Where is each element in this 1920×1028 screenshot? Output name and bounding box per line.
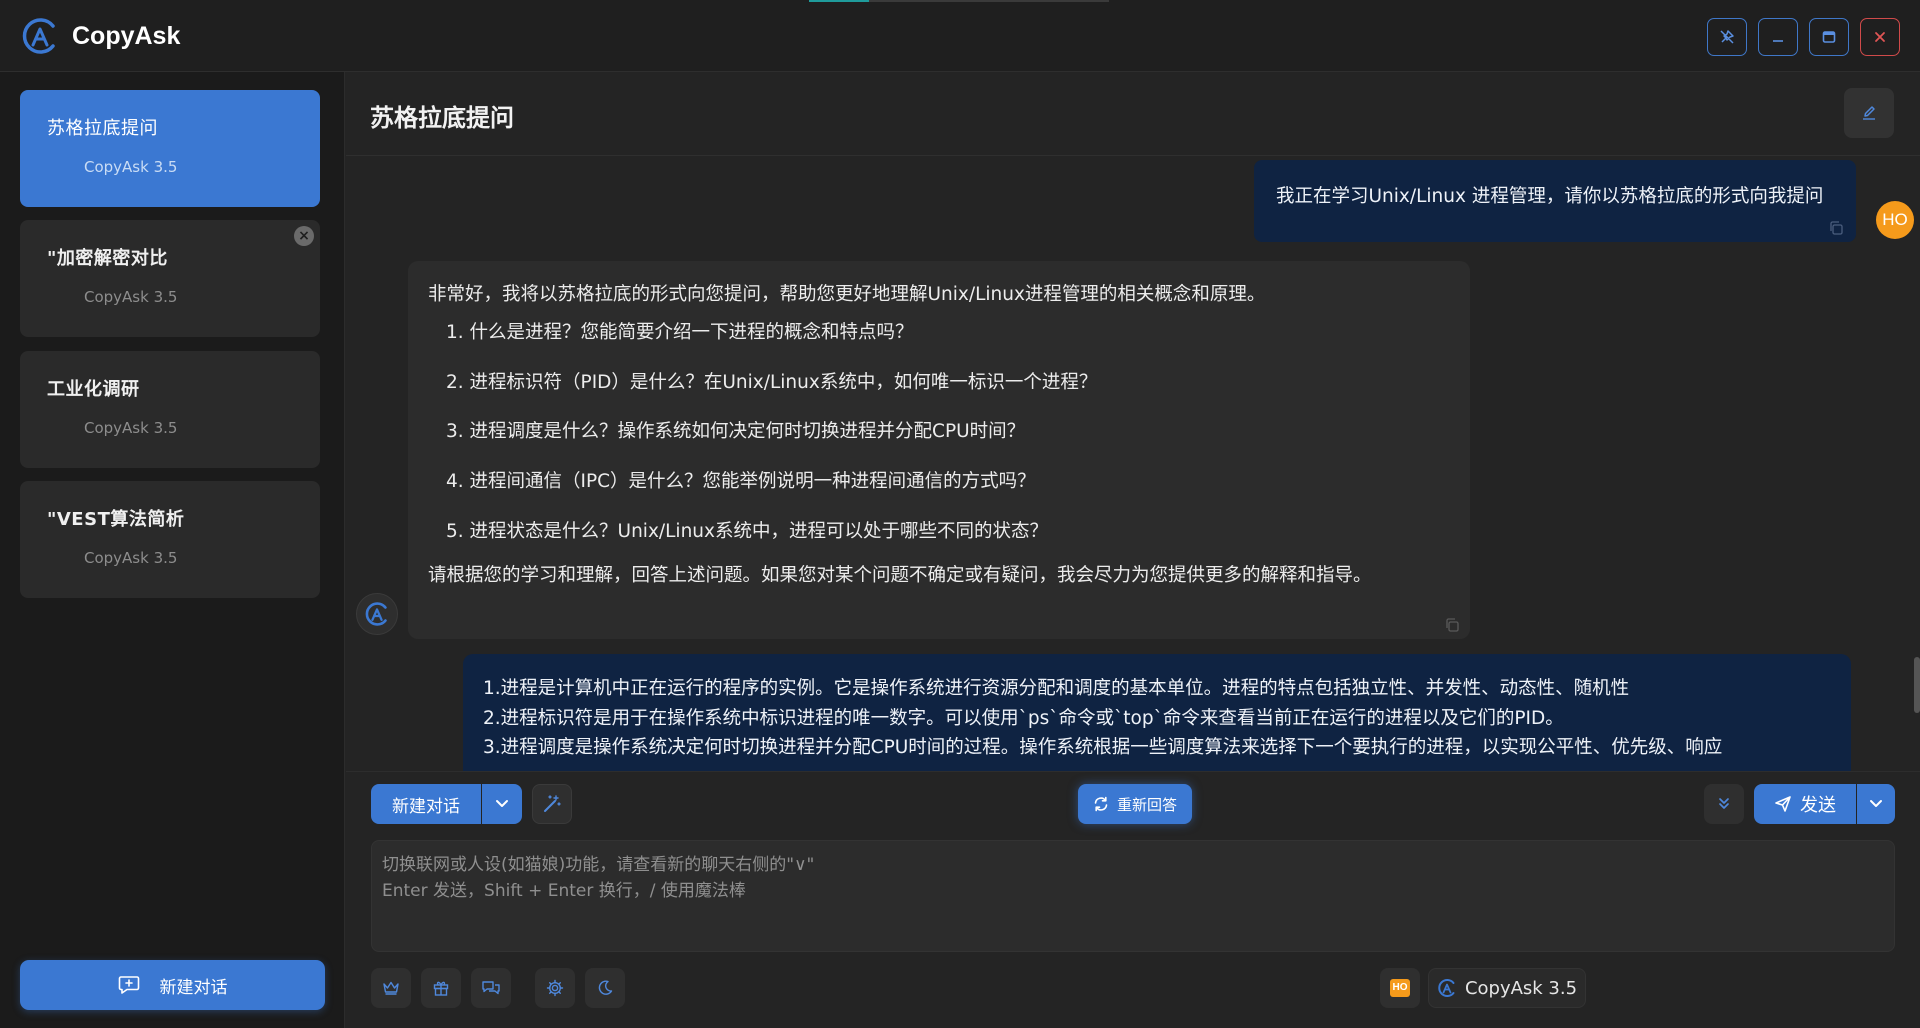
send-label: 发送 <box>1800 795 1836 816</box>
assistant-intro: 非常好，我将以苏格拉底的形式向您提问，帮助您更好地理解Unix/Linux进程管… <box>428 284 1266 305</box>
sidebar: 苏格拉底提问 CopyAsk 3.5 × "加密解密对比 CopyAsk 3.5… <box>0 72 345 1028</box>
crown-icon <box>383 981 399 995</box>
assistant-closing: 请根据您的学习和理解，回答上述问题。如果您对某个问题不确定或有疑问，我会尽力为您… <box>428 564 1372 586</box>
scroll-to-bottom-button[interactable] <box>1704 784 1744 824</box>
user-avatar: HO <box>1876 201 1914 239</box>
conversations-button[interactable] <box>471 968 511 1008</box>
send-dropdown-button[interactable] <box>1857 784 1895 824</box>
user-message: 1.进程是计算机中正在运行的程序的实例。它是操作系统进行资源分配和调度的基本单位… <box>463 654 1851 771</box>
chevron-down-icon <box>1870 800 1882 807</box>
conversation-model: CopyAsk 3.5 <box>84 549 178 567</box>
copyask-logo-icon <box>365 602 387 626</box>
list-item: 4. 进程间通信（IPC）是什么？您能举例说明一种进程间通信的方式吗？ <box>446 471 1036 492</box>
chevron-down-icon <box>496 800 508 807</box>
user-badge: HO <box>1390 979 1410 997</box>
list-item: 5. 进程状态是什么？Unix/Linux系统中，进程可以处于哪些不同的状态？ <box>446 520 1048 542</box>
window-controls <box>1707 18 1900 56</box>
conversation-title: "加密解密对比 <box>47 248 168 269</box>
pin-button[interactable] <box>1707 18 1747 56</box>
minimize-icon <box>1773 40 1783 42</box>
copy-icon[interactable] <box>1444 617 1460 633</box>
chat-header: 苏格拉底提问 <box>346 72 1920 156</box>
list-item: 2. 进程标识符（PID）是什么？在Unix/Linux系统中，如何唯一标识一个… <box>446 371 1098 393</box>
regenerate-label: 重新回答 <box>1116 795 1177 814</box>
list-item: 3. 进程调度是什么？操作系统如何决定何时切换进程并分配CPU时间？ <box>446 421 1026 443</box>
conversation-model: CopyAsk 3.5 <box>84 158 178 176</box>
magic-wand-icon <box>544 795 561 812</box>
chat-scrollbar[interactable] <box>1914 657 1920 713</box>
double-chevron-down-icon <box>1719 798 1729 809</box>
conversation-model: CopyAsk 3.5 <box>84 419 178 437</box>
refresh-icon <box>1094 796 1108 812</box>
conversation-title: 工业化调研 <box>47 379 140 400</box>
edit-icon <box>1863 106 1875 120</box>
assistant-message: 非常好，我将以苏格拉底的形式向您提问，帮助您更好地理解Unix/Linux进程管… <box>408 261 1470 639</box>
list-item: 1. 什么是进程？您能简要介绍一下进程的概念和特点吗？ <box>446 321 914 343</box>
maximize-icon <box>1822 31 1836 43</box>
edit-title-button[interactable] <box>1844 88 1894 138</box>
close-icon <box>1875 32 1885 42</box>
gift-icon <box>433 981 449 996</box>
magic-wand-button[interactable] <box>532 784 572 824</box>
conversation-title: 苏格拉底提问 <box>47 118 158 139</box>
chat-area[interactable]: 我正在学习Unix/Linux 进程管理，请你以苏格拉底的形式向我提问 HO 非… <box>346 157 1920 771</box>
new-chat-dropdown-button[interactable] <box>482 784 522 824</box>
model-selector[interactable]: CopyAsk 3.5 <box>1428 968 1586 1008</box>
maximize-button[interactable] <box>1809 18 1849 56</box>
question-list: 1. 什么是进程？您能简要介绍一下进程的概念和特点吗？ 2. 进程标识符（PID… <box>446 319 1450 546</box>
model-label: CopyAsk 3.5 <box>1464 977 1578 999</box>
brand: CopyAsk <box>20 16 180 56</box>
theme-toggle-button[interactable] <box>585 968 625 1008</box>
user-message-line: 3.进程调度是操作系统决定何时切换进程并分配CPU时间的过程。操作系统根据一些调… <box>483 737 1723 759</box>
assistant-avatar <box>356 593 398 635</box>
chat-bubbles-icon <box>482 981 500 995</box>
page-title: 苏格拉底提问 <box>370 104 514 132</box>
conversation-item-encryption[interactable]: × "加密解密对比 CopyAsk 3.5 <box>20 220 320 337</box>
conversation-item-socratic[interactable]: 苏格拉底提问 CopyAsk 3.5 <box>20 90 320 207</box>
conversation-model: CopyAsk 3.5 <box>84 288 178 306</box>
user-profile-button[interactable]: HO <box>1380 968 1420 1008</box>
send-button[interactable]: 发送 <box>1754 784 1856 824</box>
premium-button[interactable] <box>371 968 411 1008</box>
top-accent-line <box>809 0 869 2</box>
pin-icon <box>1720 30 1734 44</box>
minimize-button[interactable] <box>1758 18 1798 56</box>
regenerate-button[interactable]: 重新回答 <box>1078 784 1192 824</box>
gift-button[interactable] <box>421 968 461 1008</box>
close-window-button[interactable] <box>1860 18 1900 56</box>
user-message-text: 我正在学习Unix/Linux 进程管理，请你以苏格拉底的形式向我提问 <box>1276 186 1824 207</box>
sidebar-new-chat-button[interactable]: 新建对话 <box>20 960 325 1010</box>
user-message-line: 2.进程标识符是用于在操作系统中标识进程的唯一数字。可以使用`ps`命令或`to… <box>483 707 1564 729</box>
sidebar-new-chat-label: 新建对话 <box>159 977 228 998</box>
conversation-title: "VEST算法简析 <box>47 509 185 530</box>
delete-conversation-button[interactable]: × <box>294 226 314 246</box>
top-accent-track <box>869 0 1109 2</box>
new-chat-button[interactable]: 新建对话 <box>371 784 481 824</box>
settings-button[interactable] <box>535 968 575 1008</box>
new-chat-icon <box>118 976 139 994</box>
user-message: 我正在学习Unix/Linux 进程管理，请你以苏格拉底的形式向我提问 <box>1254 160 1856 242</box>
message-input[interactable]: 切换联网或人设(如猫娘)功能，请查看新的聊天右侧的"∨" Enter 发送，Sh… <box>371 840 1895 952</box>
user-message-line: 1.进程是计算机中正在运行的程序的实例。它是操作系统进行资源分配和调度的基本单位… <box>483 678 1630 699</box>
send-icon <box>1775 796 1791 812</box>
copyask-logo-icon <box>1438 979 1455 997</box>
conversation-item-industrial[interactable]: 工业化调研 CopyAsk 3.5 <box>20 351 320 468</box>
title-bar: CopyAsk <box>0 0 1920 72</box>
gear-icon <box>546 979 564 997</box>
copyask-logo-icon <box>22 18 55 54</box>
app-name: CopyAsk <box>72 21 181 50</box>
conversation-item-vest[interactable]: "VEST算法简析 CopyAsk 3.5 <box>20 481 320 598</box>
moon-icon <box>598 980 613 995</box>
composer: 新建对话 重新回答 发送 切换联网或人设(如猫娘)功能，请查看新的聊天右侧的"∨… <box>346 771 1920 1028</box>
copy-icon[interactable] <box>1828 220 1844 236</box>
